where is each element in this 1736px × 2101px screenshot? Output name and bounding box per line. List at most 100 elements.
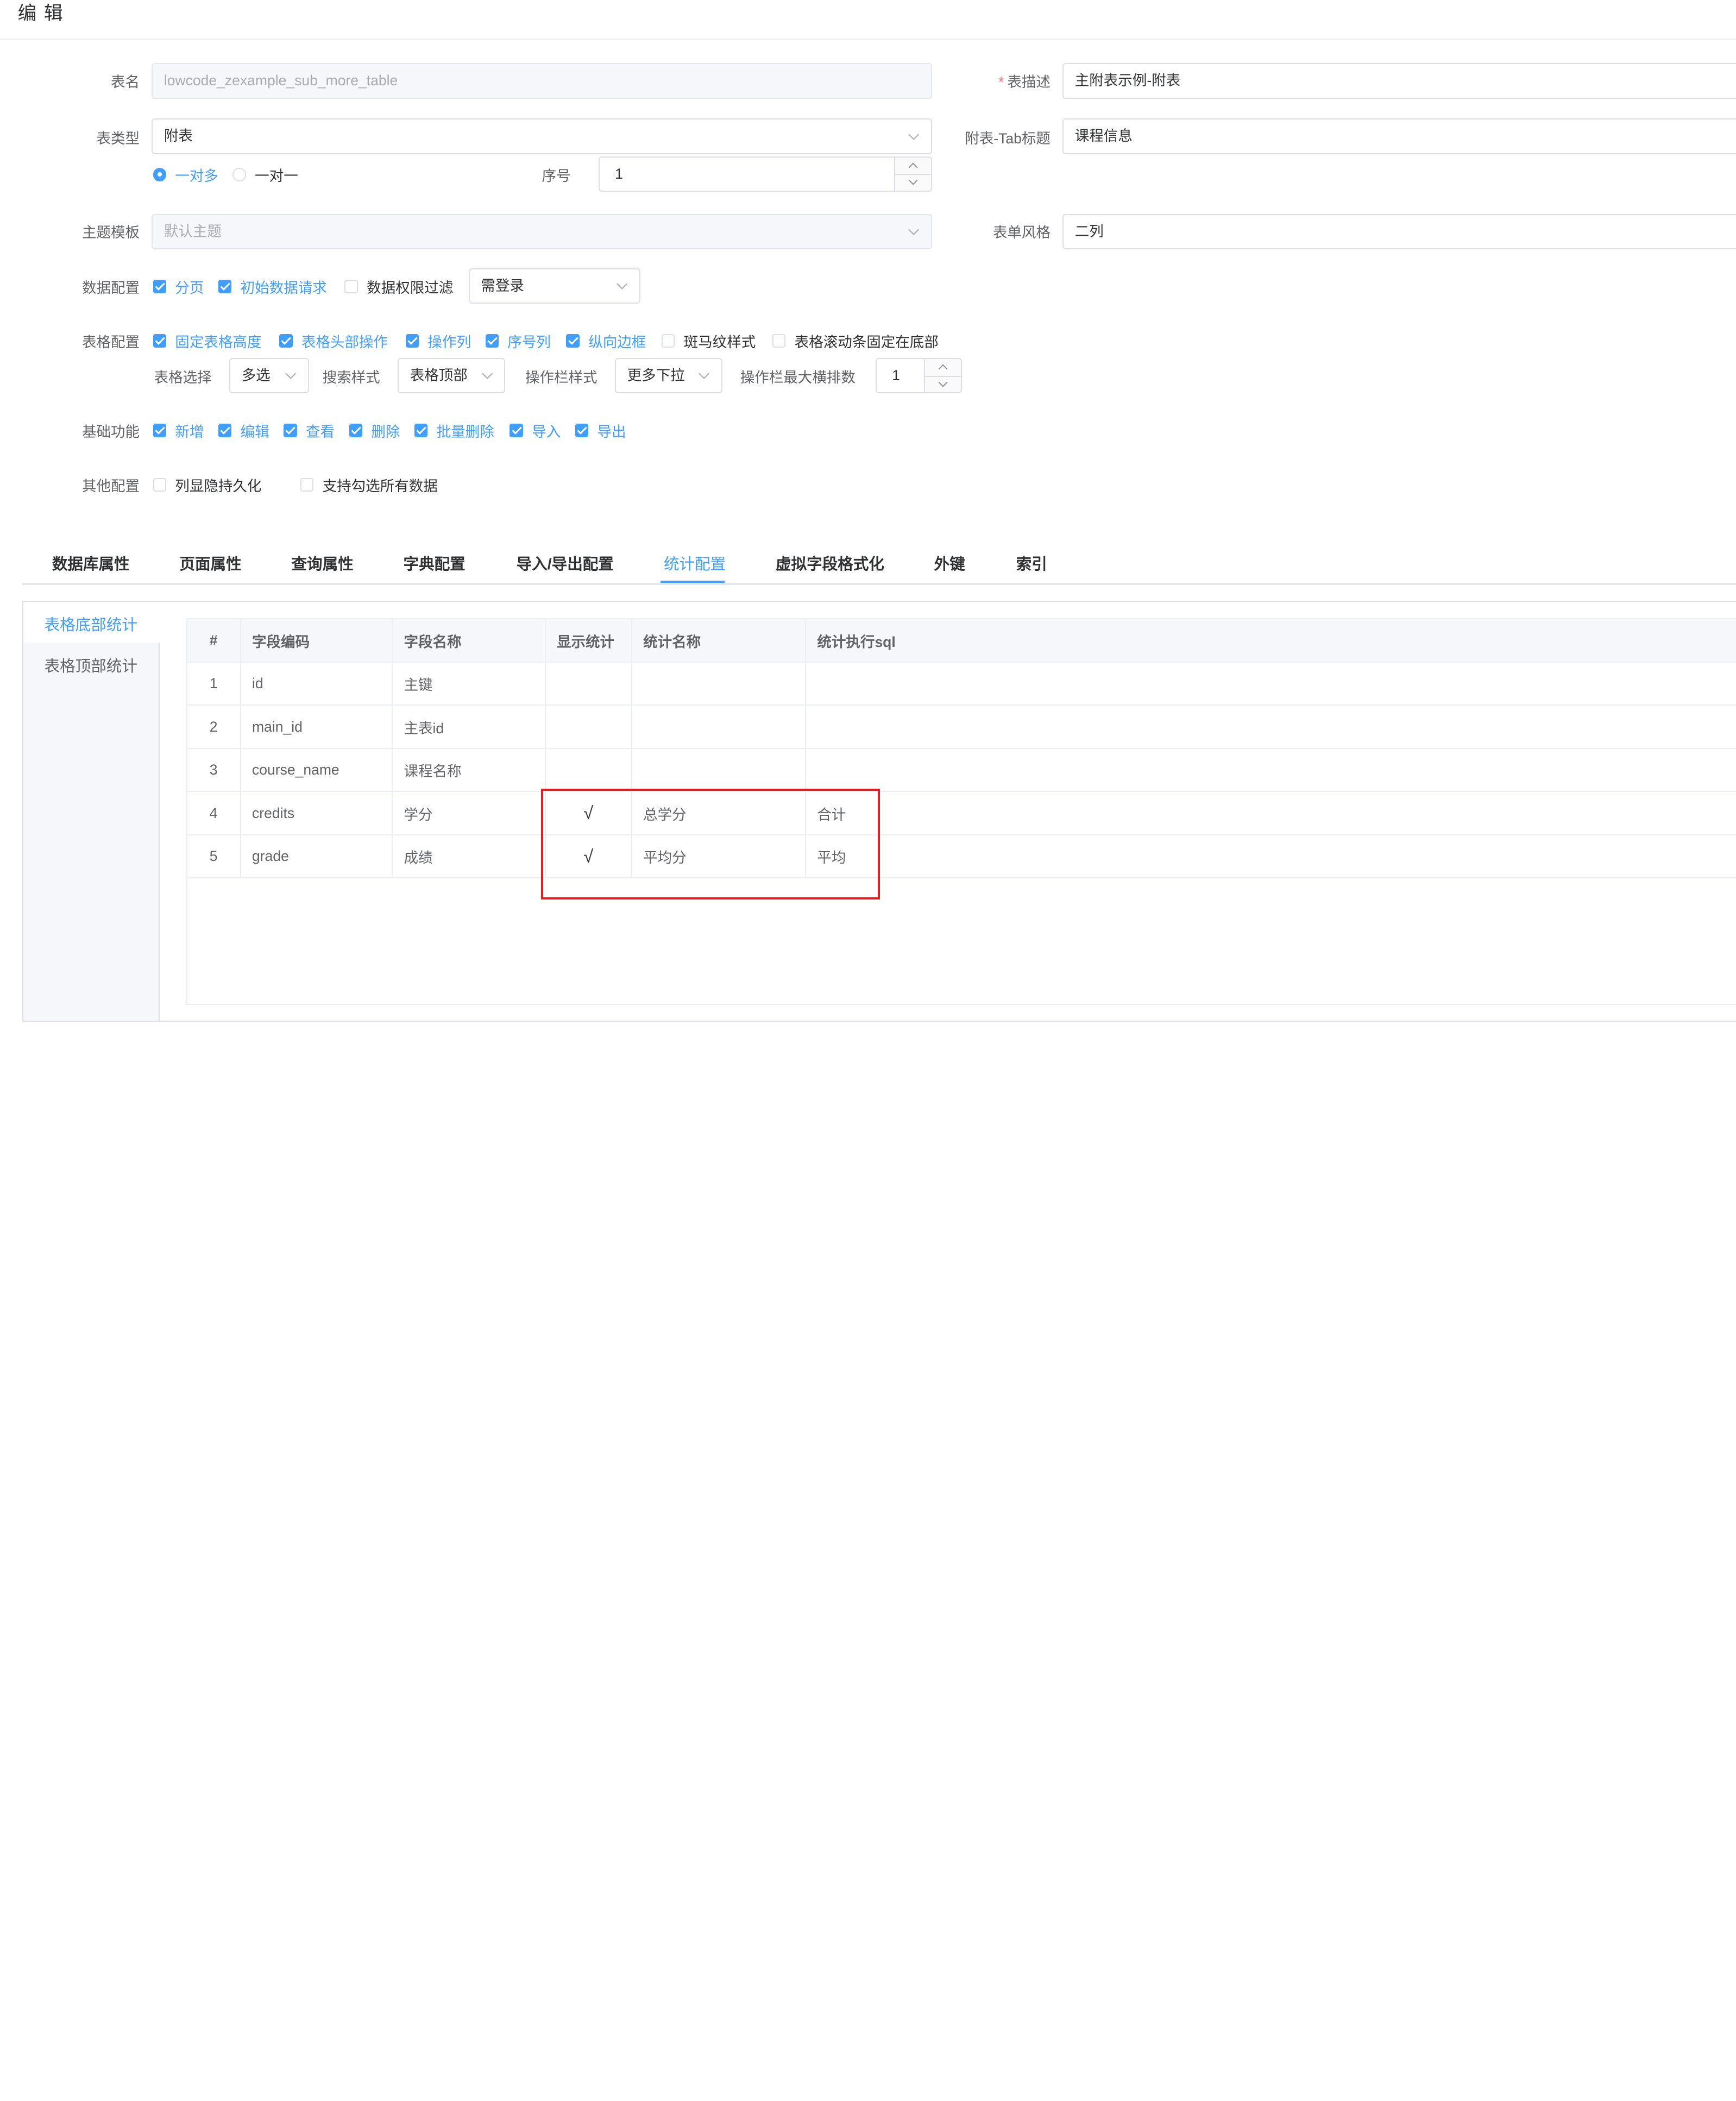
checkbox-initial-request[interactable]: 初始数据请求 — [218, 276, 327, 297]
theme-label: 主题模板 — [81, 224, 140, 241]
cell-stats-name[interactable] — [631, 662, 806, 706]
table-select-dropdown[interactable]: 多选 — [229, 357, 310, 394]
checkbox-pagination[interactable]: 分页 — [153, 276, 204, 297]
tab-db-properties[interactable]: 数据库属性 — [52, 552, 130, 574]
side-tab-top-stats[interactable]: 表格顶部统计 — [45, 654, 137, 676]
checkbox-icon — [661, 334, 675, 348]
table-row[interactable]: 3 course_name 课程名称 — [187, 748, 1736, 792]
cell-show-stats[interactable] — [545, 748, 632, 792]
tab-dict-config[interactable]: 字典配置 — [404, 552, 466, 574]
table-row[interactable]: 1 id 主键 — [187, 662, 1736, 706]
radio-one-to-many[interactable]: 一对多 — [153, 164, 218, 185]
chevron-down-icon — [285, 368, 297, 380]
checkbox-select-all-data[interactable]: 支持勾选所有数据 — [300, 474, 438, 495]
checkbox-icon — [405, 334, 419, 348]
tab-title-label: 附表-Tab标题 — [965, 130, 1051, 147]
table-header-row: # 字段编码 字段名称 显示统计 统计名称 统计执行sql — [187, 619, 1736, 663]
decrement-button[interactable] — [895, 174, 930, 191]
checkbox-icon — [485, 334, 499, 348]
checkbox-icon — [153, 280, 166, 293]
tab-query-properties[interactable]: 查询属性 — [292, 552, 354, 574]
increment-button[interactable] — [895, 158, 931, 175]
table-row[interactable]: 4 credits 学分 √ 总学分 合计 — [187, 791, 1736, 835]
checkbox-icon — [279, 334, 293, 348]
chevron-down-icon — [617, 279, 628, 290]
search-style-dropdown[interactable]: 表格顶部 — [398, 357, 506, 394]
radio-one-to-one[interactable]: 一对一 — [232, 164, 298, 185]
checkbox-add[interactable]: 新增 — [153, 420, 204, 441]
table-type-select[interactable]: 附表 — [152, 118, 932, 154]
tab-page-properties[interactable]: 页面属性 — [179, 552, 241, 574]
radio-dot-icon — [232, 168, 246, 181]
tab-index[interactable]: 索引 — [1016, 552, 1047, 574]
cell-stats-sql[interactable] — [805, 748, 1736, 792]
cell-field-code: id — [240, 662, 393, 706]
chevron-down-icon — [699, 368, 710, 380]
checkbox-stripe[interactable]: 斑马纹样式 — [661, 330, 756, 351]
checkbox-import[interactable]: 导入 — [510, 420, 561, 441]
checkbox-index-column[interactable]: 序号列 — [485, 330, 551, 351]
table-row[interactable]: 2 main_id 主表id — [187, 705, 1736, 749]
login-select[interactable]: 需登录 — [468, 268, 641, 304]
checkbox-column-persist[interactable]: 列显隐持久化 — [153, 474, 261, 495]
table-type-label: 表类型 — [96, 130, 140, 147]
chevron-down-icon — [938, 378, 948, 387]
checkbox-delete[interactable]: 删除 — [349, 420, 400, 441]
checkbox-fixed-scrollbar[interactable]: 表格滚动条固定在底部 — [772, 330, 939, 351]
cell-field-code: main_id — [240, 705, 393, 749]
cell-stats-sql[interactable] — [805, 662, 1736, 706]
cell-stats-name[interactable] — [631, 748, 806, 792]
theme-select[interactable]: 默认主题 — [152, 213, 932, 249]
checkbox-fixed-height[interactable]: 固定表格高度 — [153, 330, 261, 351]
checkbox-view[interactable]: 查看 — [284, 420, 335, 441]
order-number-input[interactable]: 1 — [598, 156, 932, 192]
checkbox-header-actions[interactable]: 表格头部操作 — [279, 330, 388, 351]
radio-dot-icon — [153, 168, 166, 181]
cell-field-name: 成绩 — [392, 834, 546, 879]
checkbox-batch-delete[interactable]: 批量删除 — [414, 420, 494, 441]
tab-foreign-key[interactable]: 外键 — [934, 552, 965, 574]
table-name-input[interactable]: lowcode_zexample_sub_more_table — [152, 63, 932, 99]
cell-stats-name[interactable] — [631, 705, 806, 749]
cell-show-stats[interactable] — [545, 662, 632, 706]
checkbox-icon — [349, 424, 363, 437]
column-header-index: # — [187, 619, 241, 663]
cell-stats-sql[interactable]: 平均 — [805, 834, 1736, 879]
tab-import-export[interactable]: 导入/导出配置 — [517, 552, 614, 574]
tab-virtual-format[interactable]: 虚拟字段格式化 — [776, 552, 884, 574]
column-header-field-code: 字段编码 — [240, 619, 393, 663]
checkbox-icon — [218, 280, 232, 293]
cell-stats-sql[interactable]: 合计 — [805, 791, 1736, 835]
checkbox-icon — [153, 478, 166, 492]
cell-field-code: grade — [240, 834, 393, 879]
form-style-select[interactable]: 二列 — [1062, 213, 1736, 249]
checkbox-data-permission[interactable]: 数据权限过滤 — [344, 276, 453, 297]
table-desc-input[interactable]: 主附表示例-附表 — [1062, 63, 1736, 99]
tab-title-input[interactable]: 课程信息 — [1062, 118, 1736, 154]
chevron-down-icon — [908, 224, 920, 236]
stats-table: # 字段编码 字段名称 显示统计 统计名称 统计执行sql 1 id 主键 2 … — [187, 619, 1736, 879]
table-row[interactable]: 5 grade 成绩 √ 平均分 平均 — [187, 834, 1736, 879]
increment-button[interactable] — [925, 359, 961, 377]
tab-stats-config[interactable]: 统计配置 — [664, 552, 726, 574]
active-tab-indicator — [660, 580, 725, 583]
checkbox-action-column[interactable]: 操作列 — [405, 330, 471, 351]
checkbox-export[interactable]: 导出 — [575, 420, 626, 441]
decrement-button[interactable] — [925, 376, 960, 393]
cell-index: 3 — [187, 748, 241, 792]
side-tab-bottom-stats[interactable]: 表格底部统计 — [45, 613, 137, 635]
cell-index: 5 — [187, 834, 241, 879]
basic-label: 基础功能 — [81, 424, 140, 441]
action-max-input[interactable]: 1 — [875, 357, 962, 394]
checkbox-vertical-border[interactable]: 纵向边框 — [566, 330, 646, 351]
cell-stats-sql[interactable] — [805, 705, 1736, 749]
chevron-down-icon — [481, 368, 493, 380]
data-config-label: 数据配置 — [81, 279, 140, 296]
cell-field-name: 学分 — [392, 791, 546, 835]
other-config-label: 其他配置 — [81, 478, 140, 495]
header-divider — [0, 39, 1736, 40]
cell-show-stats[interactable] — [545, 705, 632, 749]
checkbox-edit[interactable]: 编辑 — [218, 420, 269, 441]
action-style-dropdown[interactable]: 更多下拉 — [615, 357, 723, 394]
checkbox-icon — [153, 334, 166, 348]
